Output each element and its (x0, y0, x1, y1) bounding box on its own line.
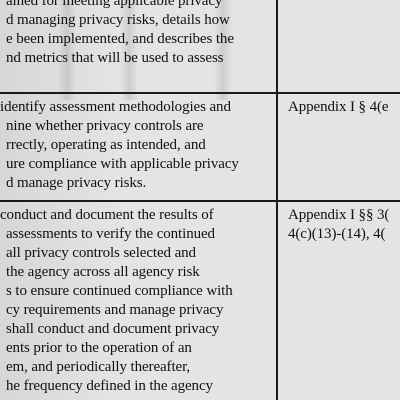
requirement-text-line: he frequency defined in the agency (6, 378, 213, 394)
table-row: conduct and document the results of asse… (0, 202, 400, 400)
requirement-text-line: d managing privacy risks, details how (6, 12, 230, 28)
document-page: ained for meeting applicable privacy d m… (0, 0, 400, 400)
requirement-text-line: the agency across all agency risk (6, 264, 200, 280)
requirement-text-line: d manage privacy risks. (6, 175, 147, 191)
column-divider (276, 0, 278, 400)
appendix-reference: 4(c)(13)-(14), 4( (288, 226, 386, 242)
appendix-reference: Appendix I §§ 3( (288, 207, 390, 223)
requirement-text-line: identify assessment methodologies and (0, 99, 231, 115)
requirement-text-line: s to ensure continued compliance with (6, 283, 233, 299)
requirement-text-line: e been implemented, and describes the (6, 31, 234, 47)
table-row: identify assessment methodologies and ni… (0, 94, 400, 200)
table-row: ained for meeting applicable privacy d m… (0, 0, 400, 92)
requirement-text-line: nd metrics that will be used to assess (6, 50, 224, 66)
requirement-text-line: ained for meeting applicable privacy (6, 0, 223, 9)
requirement-text-line: conduct and document the results of (0, 207, 214, 223)
requirement-text-line: assessments to verify the continued (6, 226, 215, 242)
requirement-text-line: em, and periodically thereafter, (6, 359, 191, 375)
requirement-text-line: rrectly, operating as intended, and (6, 137, 206, 153)
requirement-text-line: all privacy controls selected and (6, 245, 196, 261)
requirement-text-line: cy requirements and manage privacy (6, 302, 224, 318)
requirement-text-line: ents prior to the operation of an (6, 340, 192, 356)
requirement-text-line: ure compliance with applicable privacy (6, 156, 239, 172)
appendix-reference: Appendix I § 4(e (288, 99, 389, 115)
requirement-text-line: shall conduct and document privacy (6, 321, 220, 337)
requirement-text-line: nine whether privacy controls are (6, 118, 204, 134)
